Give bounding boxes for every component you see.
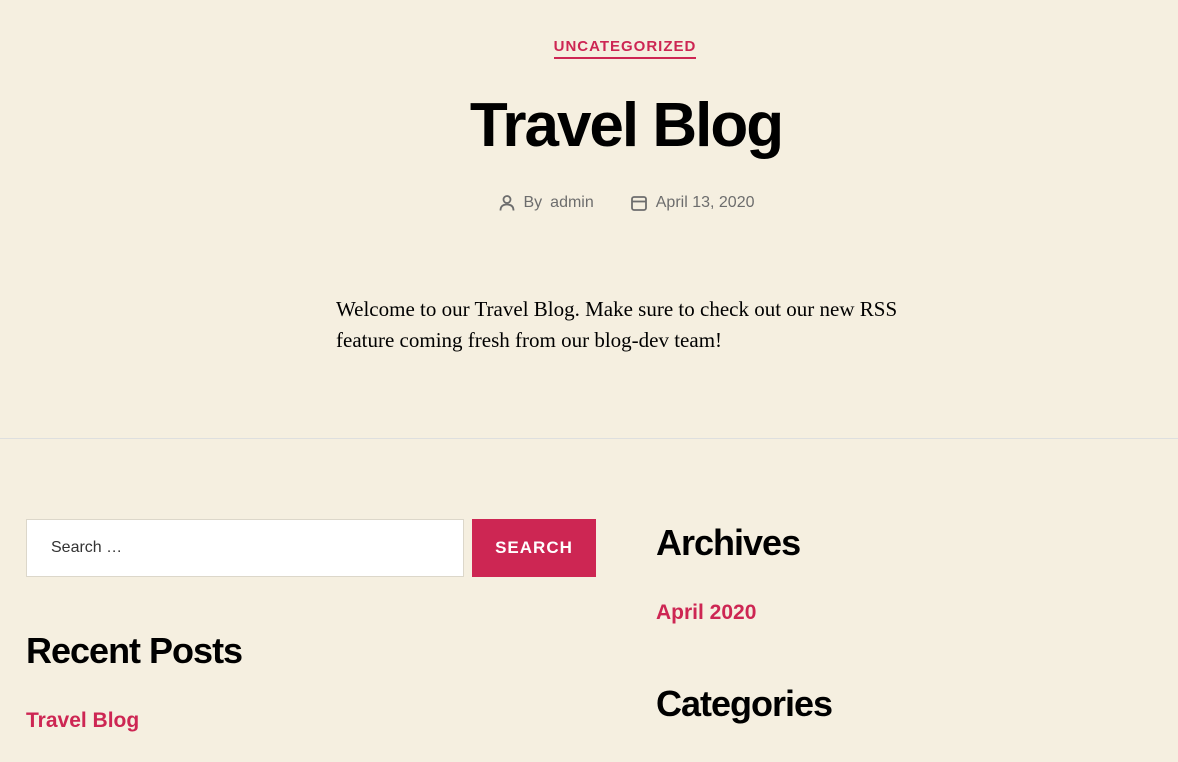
post-date: April 13, 2020 <box>630 194 755 212</box>
archive-link[interactable]: April 2020 <box>656 601 756 625</box>
search-input[interactable] <box>26 519 464 577</box>
post-category: UNCATEGORIZED <box>0 38 1178 59</box>
footer-widgets: Search Recent Posts Travel Blog Archives… <box>0 439 1178 762</box>
date-link[interactable]: April 13, 2020 <box>656 194 755 212</box>
by-label: By <box>523 194 543 211</box>
search-button[interactable]: Search <box>472 519 596 577</box>
category-link[interactable]: UNCATEGORIZED <box>553 38 697 59</box>
post-header: UNCATEGORIZED Travel Blog By admin April… <box>0 0 1178 438</box>
recent-post-link[interactable]: Travel Blog <box>26 709 139 733</box>
post-meta: By admin April 13, 2020 <box>0 194 1178 212</box>
post-author: By admin <box>498 194 594 212</box>
calendar-icon <box>630 194 648 212</box>
author-link[interactable]: admin <box>550 194 594 212</box>
search-form: Search <box>26 519 596 577</box>
archives-title: Archives <box>656 522 801 563</box>
person-icon <box>498 194 516 212</box>
recent-posts-title: Recent Posts <box>26 630 243 671</box>
post-title: Travel Blog <box>469 91 784 160</box>
categories-title: Categories <box>656 683 833 724</box>
post-content: Welcome to our Travel Blog. Make sure to… <box>336 297 898 352</box>
